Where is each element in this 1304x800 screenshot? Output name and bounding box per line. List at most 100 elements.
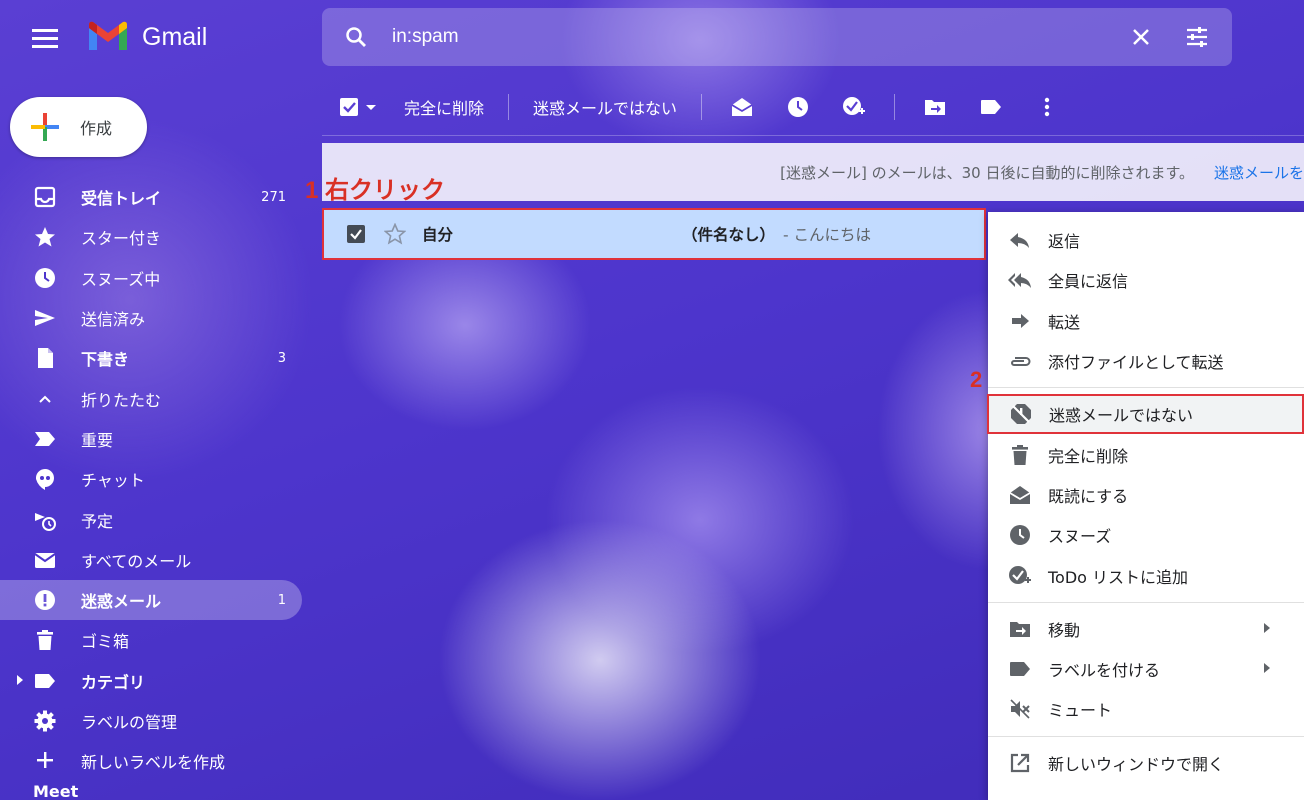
move-to-icon[interactable] xyxy=(915,87,955,127)
menu-item-delete-forever[interactable]: 完全に削除 xyxy=(988,434,1304,474)
toolbar-divider xyxy=(508,93,510,120)
menu-item-label: 既読にする xyxy=(1048,486,1129,506)
menu-item-label: 添付ファイルとして転送 xyxy=(1048,353,1224,373)
draft-count: 3 xyxy=(277,350,286,366)
empty-spam-link[interactable]: 迷惑メールを xyxy=(1214,162,1304,183)
chat-icon xyxy=(34,468,56,491)
meet-section-title: Meet xyxy=(33,782,79,800)
submenu-arrow-icon xyxy=(1264,662,1270,673)
delete-forever-button[interactable]: 完全に削除 xyxy=(392,95,496,119)
label-icon xyxy=(34,670,56,692)
search-icon[interactable] xyxy=(344,25,368,49)
forward-icon xyxy=(1008,309,1032,333)
sidebar-item-label: ラベルの管理 xyxy=(81,713,178,732)
draft-icon xyxy=(34,347,56,369)
search-options-icon[interactable] xyxy=(1184,24,1210,50)
spam-icon xyxy=(34,589,56,611)
compose-plus-icon xyxy=(31,113,59,141)
sidebar-item-label: 折りたたむ xyxy=(81,390,162,410)
reply-icon xyxy=(1008,228,1032,252)
gear-icon xyxy=(34,710,56,732)
toolbar-divider xyxy=(894,93,896,120)
snooze-icon[interactable] xyxy=(778,87,818,127)
add-task-icon[interactable] xyxy=(834,87,874,127)
toolbar-divider xyxy=(701,93,703,120)
menu-item-reply-all[interactable]: 全員に返信 xyxy=(988,260,1304,300)
mark-read-icon[interactable] xyxy=(722,87,762,127)
more-options-icon[interactable] xyxy=(1027,87,1067,127)
sidebar-item-manage-labels[interactable]: ラベルの管理 xyxy=(0,701,302,741)
submenu-arrow-icon xyxy=(1264,622,1270,633)
sidebar-item-categories[interactable]: カテゴリ xyxy=(0,661,302,701)
sidebar-item-scheduled[interactable]: 予定 xyxy=(0,499,302,539)
sidebar-item-label: スヌーズ中 xyxy=(81,269,161,289)
sidebar-item-all-mail[interactable]: すべてのメール xyxy=(0,540,302,580)
sidebar-item-label: すべてのメール xyxy=(81,551,192,571)
sidebar-item-label: スター付き xyxy=(81,229,162,249)
menu-item-forward-attachment[interactable]: 添付ファイルとして転送 xyxy=(988,341,1304,381)
sidebar-item-collapse[interactable]: 折りたたむ xyxy=(0,378,302,418)
sidebar-item-label: 送信済み xyxy=(81,310,146,330)
sidebar-item-label: 受信トレイ xyxy=(81,189,162,209)
sidebar-item-trash[interactable]: ゴミ箱 xyxy=(0,620,302,660)
move-to-icon xyxy=(1008,617,1032,641)
menu-divider xyxy=(988,735,1304,737)
menu-item-label-as[interactable]: ラベルを付ける xyxy=(988,649,1304,689)
reply-all-icon xyxy=(1008,268,1032,292)
clear-search-icon[interactable] xyxy=(1128,24,1154,50)
menu-item-label: 迷惑メールではない xyxy=(1049,406,1194,426)
expand-caret-icon[interactable] xyxy=(16,674,24,686)
trash-icon xyxy=(34,629,56,651)
annotation-step-1: 1 右クリック xyxy=(305,177,446,204)
clock-icon xyxy=(1008,523,1032,547)
sidebar-item-important[interactable]: 重要 xyxy=(0,419,302,459)
star-toggle-icon[interactable] xyxy=(384,223,406,245)
sidebar-item-sent[interactable]: 送信済み xyxy=(0,298,302,338)
gmail-logo[interactable]: Gmail xyxy=(86,20,207,54)
trash-icon xyxy=(1008,443,1032,467)
menu-item-move[interactable]: 移動 xyxy=(988,609,1304,649)
message-toolbar: 完全に削除 迷惑メールではない xyxy=(322,78,1304,136)
menu-item-label: ミュート xyxy=(1048,701,1113,721)
menu-item-reply[interactable]: 返信 xyxy=(988,220,1304,260)
menu-item-snooze[interactable]: スヌーズ xyxy=(988,515,1304,555)
menu-item-forward[interactable]: 転送 xyxy=(988,301,1304,341)
search-input[interactable] xyxy=(392,26,1098,48)
gmail-m-icon xyxy=(89,21,127,50)
row-checkbox[interactable] xyxy=(346,224,366,244)
menu-item-not-spam[interactable]: 迷惑メールではない xyxy=(987,394,1304,435)
sidebar-item-chat[interactable]: チャット xyxy=(0,459,302,499)
spam-count: 1 xyxy=(277,592,286,608)
sidebar-item-spam[interactable]: 迷惑メール 1 xyxy=(0,579,302,621)
menu-item-mute[interactable]: ミュート xyxy=(988,689,1304,729)
add-task-icon xyxy=(1008,564,1032,588)
sidebar-item-drafts[interactable]: 下書き 3 xyxy=(0,338,302,378)
sidebar-item-create-label[interactable]: 新しいラベルを作成 xyxy=(0,741,302,771)
menu-item-add-todo[interactable]: ToDo リストに追加 xyxy=(988,555,1304,595)
open-in-new-icon xyxy=(1008,751,1032,775)
sidebar-item-snoozed[interactable]: スヌーズ中 xyxy=(0,258,302,298)
main-menu-icon[interactable] xyxy=(32,27,58,49)
search-bar[interactable] xyxy=(322,8,1232,66)
banner-text: [迷惑メール] のメールは、30 日後に自動的に削除されます。 xyxy=(780,163,1194,182)
label-icon[interactable] xyxy=(971,87,1011,127)
email-row[interactable]: 自分 （件名なし） - こんにちは xyxy=(322,208,986,260)
sidebar-item-label: 新しいラベルを作成 xyxy=(81,753,226,772)
annotation-step-2: 2 xyxy=(970,367,983,392)
sidebar-item-label: 迷惑メール xyxy=(81,592,162,612)
sidebar-item-label: 下書き xyxy=(81,350,130,370)
sidebar-item-inbox[interactable]: 受信トレイ 271 xyxy=(0,177,302,217)
compose-button[interactable]: 作成 xyxy=(10,97,147,157)
menu-item-mark-read[interactable]: 既読にする xyxy=(988,475,1304,515)
sidebar-nav: 受信トレイ 271 スター付き スヌーズ中 送信済み 下書き 3 折りたたむ 重… xyxy=(0,177,302,771)
menu-item-open-new-window[interactable]: 新しいウィンドウで開く xyxy=(988,743,1304,783)
not-spam-button[interactable]: 迷惑メールではない xyxy=(521,95,689,119)
select-all-checkbox[interactable] xyxy=(336,87,384,127)
menu-item-label: 移動 xyxy=(1048,620,1081,640)
sidebar-item-label: チャット xyxy=(81,471,145,491)
label-icon xyxy=(1008,657,1032,681)
sidebar-item-starred[interactable]: スター付き xyxy=(0,217,302,257)
app-name: Gmail xyxy=(142,22,208,51)
sidebar-item-label: 重要 xyxy=(81,430,114,450)
star-icon xyxy=(34,226,56,248)
